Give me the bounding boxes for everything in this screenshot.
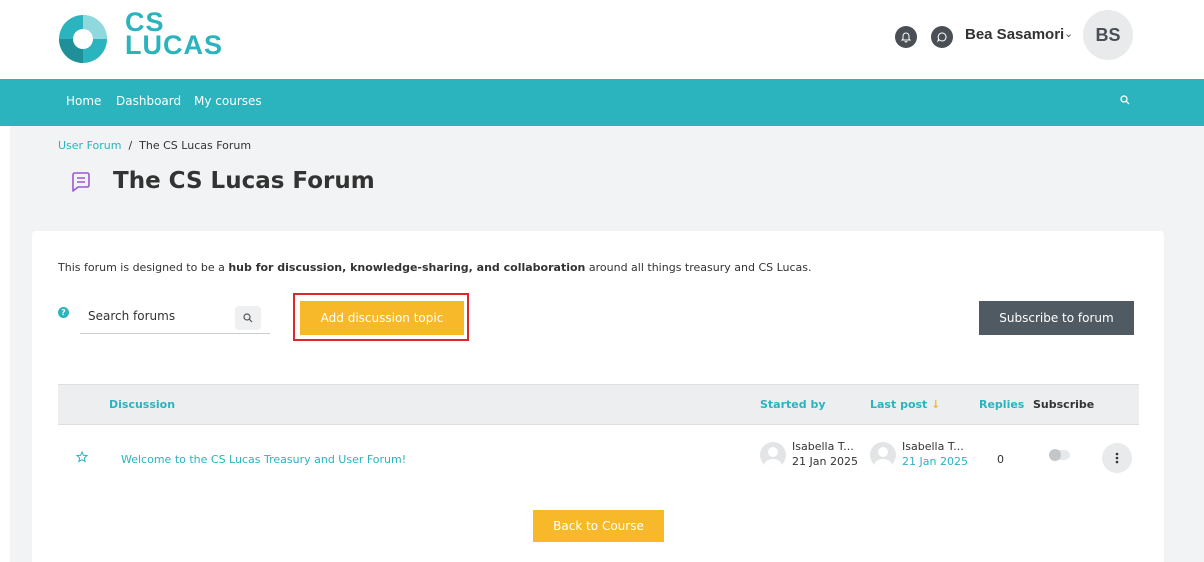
discussion-table-header [58,384,1139,425]
site-logo[interactable]: CS LUCAS [57,9,247,67]
nav-my-courses[interactable]: My courses [194,94,262,108]
logo-wordmark: CS LUCAS [125,9,223,60]
chevron-down-icon[interactable]: ⌄ [1064,27,1073,40]
last-post-date[interactable]: 21 Jan 2025 [902,455,968,468]
breadcrumb-current: The CS Lucas Forum [139,139,252,152]
col-started-by[interactable]: Started by [760,398,826,411]
col-subscribe: Subscribe [1033,398,1095,411]
nav-search-button[interactable] [1120,94,1130,108]
primary-navigation: Home Dashboard My courses [0,79,1204,126]
breadcrumb-separator: / [128,139,133,152]
sort-desc-icon: ↓ [931,398,941,411]
breadcrumb-user-forum[interactable]: User Forum [58,139,121,152]
started-by-avatar[interactable] [760,442,786,468]
search-help-icon[interactable]: ? [58,307,69,318]
search-submit-button[interactable] [235,306,261,330]
add-discussion-button[interactable]: Add discussion topic [300,301,464,335]
search-icon [243,313,253,323]
last-post-avatar[interactable] [870,442,896,468]
discussion-link[interactable]: Welcome to the CS Lucas Treasury and Use… [121,453,406,466]
started-by-date: 21 Jan 2025 [792,455,858,468]
toggle-knob [1049,449,1061,461]
notifications-button[interactable] [895,26,917,48]
user-name[interactable]: Bea Sasamori [965,26,1064,43]
search-input[interactable] [88,309,228,323]
started-by-name[interactable]: Isabella T... [792,440,854,453]
chat-bubble-icon [937,32,947,43]
back-to-course-button[interactable]: Back to Course [533,510,664,542]
row-actions-button[interactable] [1102,443,1132,473]
nav-dashboard[interactable]: Dashboard [116,94,181,108]
col-discussion[interactable]: Discussion [109,398,175,411]
messages-button[interactable] [931,26,953,48]
bell-icon [900,32,912,43]
last-post-name[interactable]: Isabella T... [902,440,964,453]
search-icon [1120,95,1130,105]
forum-intro: This forum is designed to be a hub for d… [58,261,812,274]
forum-icon [72,172,90,192]
col-replies[interactable]: Replies [979,398,1024,411]
page-title: The CS Lucas Forum [113,168,375,194]
site-header: CS LUCAS Bea Sasamori ⌄ BS [0,0,1204,80]
intro-emphasis: hub for discussion, knowledge-sharing, a… [228,261,586,274]
col-last-post[interactable]: Last post ↓ [870,398,940,411]
kebab-menu-icon [1115,452,1119,464]
logo-mark-icon [59,15,107,63]
breadcrumb: User Forum / The CS Lucas Forum [58,139,251,152]
forum-search [80,302,270,334]
star-icon[interactable] [76,451,88,463]
user-avatar[interactable]: BS [1083,10,1133,60]
subscribe-forum-button[interactable]: Subscribe to forum [979,301,1134,335]
reply-count: 0 [997,453,1004,466]
nav-home[interactable]: Home [66,94,101,108]
logo-line-2: LUCAS [125,30,223,60]
